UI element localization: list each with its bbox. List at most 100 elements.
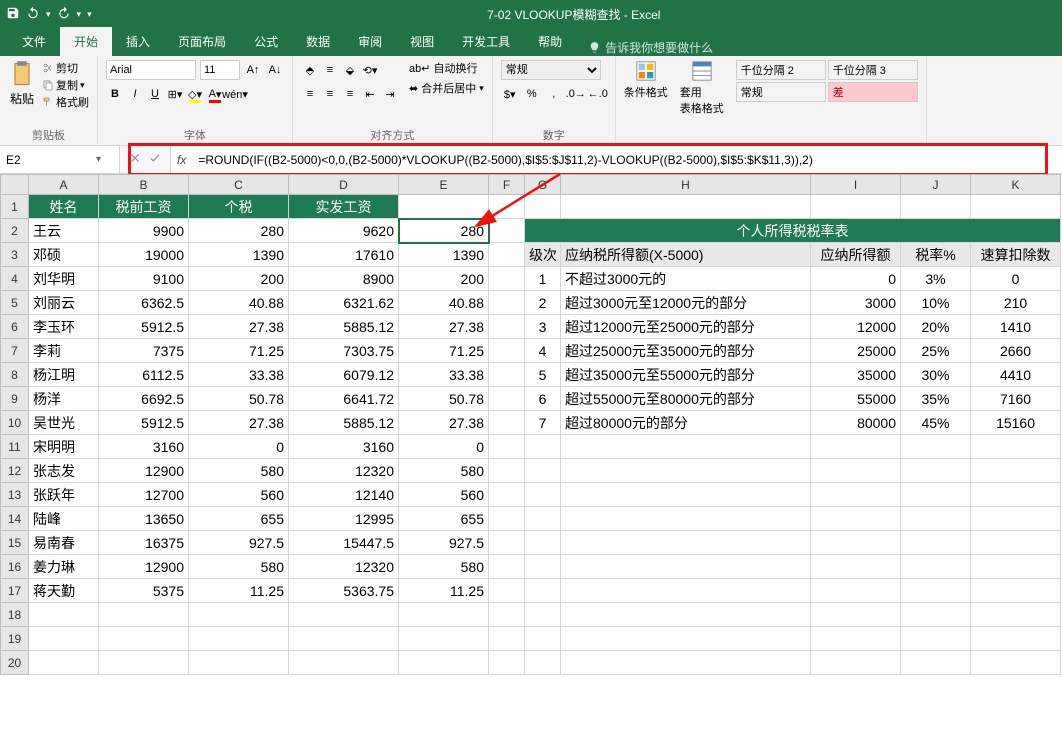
- cell[interactable]: 560: [399, 483, 489, 507]
- cell[interactable]: [489, 219, 525, 243]
- cell[interactable]: [561, 507, 811, 531]
- cell[interactable]: [901, 483, 971, 507]
- cell[interactable]: [811, 579, 901, 603]
- tax-cell[interactable]: 3000: [811, 291, 901, 315]
- cell[interactable]: [489, 315, 525, 339]
- cell[interactable]: 12700: [99, 483, 189, 507]
- cell[interactable]: [489, 243, 525, 267]
- cell[interactable]: [901, 195, 971, 219]
- font-color-button[interactable]: A▾: [206, 84, 224, 104]
- cell[interactable]: 71.25: [399, 339, 489, 363]
- tab-view[interactable]: 视图: [396, 27, 448, 56]
- row-header[interactable]: 14: [1, 507, 29, 531]
- cell[interactable]: 易南春: [29, 531, 99, 555]
- cell[interactable]: 12320: [289, 459, 399, 483]
- cell[interactable]: [901, 459, 971, 483]
- cell[interactable]: [99, 627, 189, 651]
- cell[interactable]: 税前工资: [99, 195, 189, 219]
- tax-cell[interactable]: 3%: [901, 267, 971, 291]
- tax-cell[interactable]: 25%: [901, 339, 971, 363]
- tab-home[interactable]: 开始: [60, 27, 112, 56]
- cell[interactable]: 13650: [99, 507, 189, 531]
- cell[interactable]: 王云: [29, 219, 99, 243]
- cell[interactable]: [99, 651, 189, 675]
- cell[interactable]: 0: [189, 435, 289, 459]
- tax-cell[interactable]: 超过80000元的部分: [561, 411, 811, 435]
- cell[interactable]: [525, 579, 561, 603]
- row-header[interactable]: 13: [1, 483, 29, 507]
- cell[interactable]: 个税: [189, 195, 289, 219]
- percent-button[interactable]: %: [523, 84, 541, 104]
- cell[interactable]: 杨江明: [29, 363, 99, 387]
- cell[interactable]: [489, 459, 525, 483]
- column-header[interactable]: G: [525, 175, 561, 195]
- cell[interactable]: 11.25: [189, 579, 289, 603]
- cell[interactable]: 8900: [289, 267, 399, 291]
- cell[interactable]: [811, 627, 901, 651]
- format-as-table-button[interactable]: 套用 表格格式: [680, 60, 724, 116]
- cell[interactable]: [901, 627, 971, 651]
- cell[interactable]: 200: [399, 267, 489, 291]
- underline-button[interactable]: U: [146, 84, 164, 104]
- cell[interactable]: [489, 339, 525, 363]
- undo-icon[interactable]: [26, 6, 40, 23]
- row-header[interactable]: 11: [1, 435, 29, 459]
- cell[interactable]: [561, 555, 811, 579]
- increase-font-button[interactable]: A↑: [244, 60, 262, 80]
- cell[interactable]: [525, 603, 561, 627]
- cell[interactable]: [29, 627, 99, 651]
- cell[interactable]: [489, 195, 525, 219]
- cell[interactable]: 5912.5: [99, 411, 189, 435]
- column-header[interactable]: A: [29, 175, 99, 195]
- align-center-button[interactable]: ≡: [321, 84, 339, 104]
- tax-cell[interactable]: 1: [525, 267, 561, 291]
- cell[interactable]: 9100: [99, 267, 189, 291]
- tax-cell[interactable]: 210: [971, 291, 1061, 315]
- cell[interactable]: [811, 651, 901, 675]
- row-header[interactable]: 10: [1, 411, 29, 435]
- cell[interactable]: 11.25: [399, 579, 489, 603]
- cell[interactable]: 张跃年: [29, 483, 99, 507]
- paste-button[interactable]: 粘贴: [8, 60, 36, 110]
- cell[interactable]: 50.78: [189, 387, 289, 411]
- row-header[interactable]: 19: [1, 627, 29, 651]
- cell[interactable]: 12995: [289, 507, 399, 531]
- cell[interactable]: 0: [399, 435, 489, 459]
- cell[interactable]: 3160: [99, 435, 189, 459]
- worksheet-grid[interactable]: ABCDEFGHIJK1姓名税前工资个税实发工资2王云9900280962028…: [0, 174, 1062, 675]
- tax-cell[interactable]: 超过35000元至55000元的部分: [561, 363, 811, 387]
- cut-button[interactable]: 剪切: [42, 60, 89, 76]
- undo-dropdown-icon[interactable]: ▾: [46, 9, 51, 20]
- name-box-input[interactable]: [6, 153, 96, 167]
- cell[interactable]: 蒋天勤: [29, 579, 99, 603]
- tab-review[interactable]: 审阅: [344, 27, 396, 56]
- tax-cell[interactable]: 不超过3000元的: [561, 267, 811, 291]
- row-header[interactable]: 15: [1, 531, 29, 555]
- format-painter-button[interactable]: 格式刷: [42, 94, 89, 110]
- cell[interactable]: [971, 603, 1061, 627]
- cell[interactable]: [901, 531, 971, 555]
- wrap-text-button[interactable]: ab↵自动换行: [409, 60, 484, 76]
- cell[interactable]: [901, 435, 971, 459]
- cell[interactable]: 16375: [99, 531, 189, 555]
- tax-cell[interactable]: 3: [525, 315, 561, 339]
- cell[interactable]: [489, 267, 525, 291]
- cell[interactable]: [489, 507, 525, 531]
- decrease-indent-button[interactable]: ⇤: [361, 84, 379, 104]
- cell[interactable]: 27.38: [189, 315, 289, 339]
- cell[interactable]: 6641.72: [289, 387, 399, 411]
- cell[interactable]: 5885.12: [289, 315, 399, 339]
- cell[interactable]: [811, 555, 901, 579]
- tax-cell[interactable]: 超过55000元至80000元的部分: [561, 387, 811, 411]
- cell[interactable]: 40.88: [399, 291, 489, 315]
- cell[interactable]: [811, 507, 901, 531]
- tax-cell[interactable]: 10%: [901, 291, 971, 315]
- cell[interactable]: [289, 651, 399, 675]
- redo-icon[interactable]: [57, 6, 71, 23]
- tab-help[interactable]: 帮助: [524, 27, 576, 56]
- cell[interactable]: 71.25: [189, 339, 289, 363]
- tax-cell[interactable]: 6: [525, 387, 561, 411]
- cell-styles-gallery[interactable]: 千位分隔 2 千位分隔 3 常规 差: [736, 60, 918, 102]
- cell[interactable]: 5363.75: [289, 579, 399, 603]
- cell[interactable]: [561, 603, 811, 627]
